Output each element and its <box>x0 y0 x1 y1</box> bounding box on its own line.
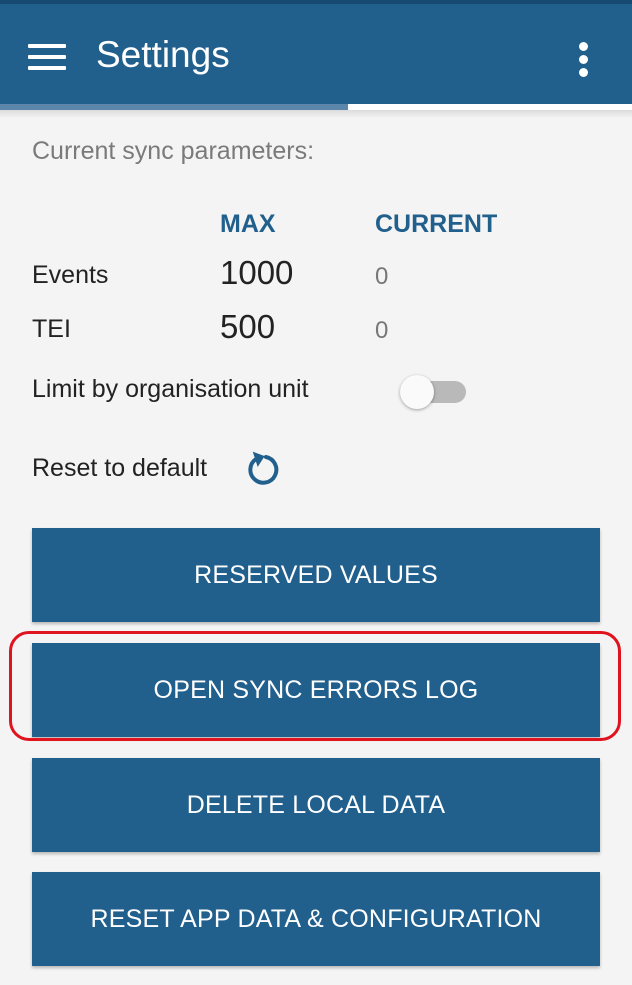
highlight-outline <box>9 631 621 741</box>
reset-icon[interactable] <box>245 447 281 487</box>
limit-org-unit-toggle[interactable] <box>400 375 468 409</box>
reserved-values-button[interactable]: RESERVED VALUES <box>32 528 600 622</box>
limit-org-unit-label: Limit by organisation unit <box>32 375 309 403</box>
max-column-header: MAX <box>220 210 276 238</box>
menu-icon[interactable] <box>28 44 66 74</box>
events-current-value: 0 <box>375 263 389 290</box>
reset-to-default-label: Reset to default <box>32 454 208 482</box>
section-title: Current sync parameters: <box>32 137 315 165</box>
app-bar: Settings <box>0 0 632 108</box>
events-label: Events <box>32 261 109 289</box>
more-options-icon[interactable] <box>572 40 596 80</box>
tei-max-value[interactable]: 500 <box>220 308 275 346</box>
app-bar-shadow <box>0 110 632 118</box>
tei-label: TEI <box>32 315 71 343</box>
events-max-value[interactable]: 1000 <box>220 254 293 292</box>
status-strip <box>0 0 632 4</box>
toggle-knob <box>400 375 434 409</box>
tei-current-value: 0 <box>375 317 389 344</box>
reset-app-data-button[interactable]: RESET APP DATA & CONFIGURATION <box>32 872 600 966</box>
page-title: Settings <box>96 34 230 75</box>
current-column-header: CURRENT <box>375 210 498 238</box>
delete-local-data-button[interactable]: DELETE LOCAL DATA <box>32 758 600 852</box>
